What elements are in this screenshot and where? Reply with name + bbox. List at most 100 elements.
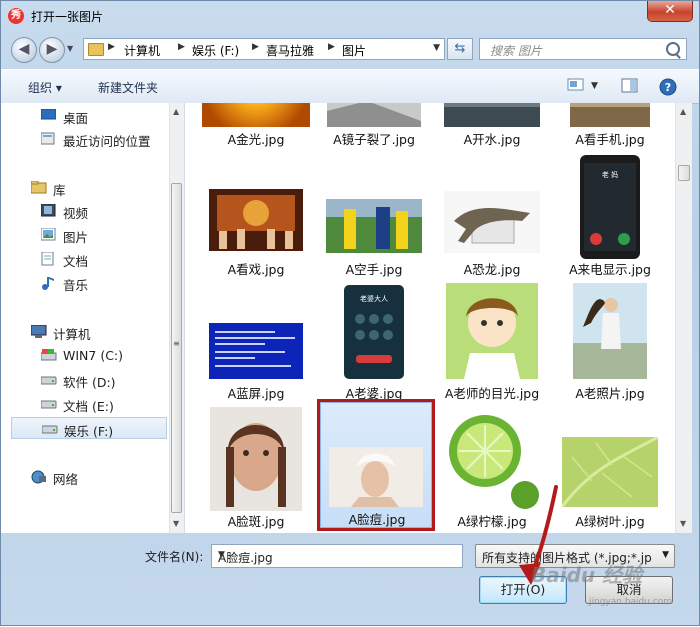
sidebar-item-label: 计算机 <box>53 327 91 342</box>
sidebar-item-label: WIN7 (C:) <box>63 348 124 363</box>
sidebar-item-computer[interactable]: 计算机 <box>1 321 169 343</box>
file-thumbnail <box>210 407 302 511</box>
history-dropdown-icon[interactable]: ▼ <box>67 44 73 53</box>
file-tile[interactable]: A老照片.jpg <box>551 283 669 403</box>
desktop-icon <box>40 108 57 121</box>
breadcrumb-computer[interactable]: 计算机 <box>124 42 160 59</box>
sidebar-item-label: 软件 (D:) <box>63 375 116 390</box>
sidebar-item-drive-f[interactable]: 娱乐 (F:) <box>11 417 167 439</box>
music-library-icon <box>41 276 56 290</box>
breadcrumb-separator-icon[interactable]: ▶ <box>178 42 185 52</box>
file-tile[interactable]: A看手机.jpg <box>551 103 669 147</box>
file-type-dropdown-icon[interactable]: ▼ <box>662 550 669 560</box>
caller-name: 老婆大人 <box>360 294 388 303</box>
file-tile[interactable]: A看戏.jpg <box>197 177 315 297</box>
file-thumbnail <box>209 189 303 251</box>
sidebar-item-label: 库 <box>53 183 66 198</box>
sidebar-item-drive-e[interactable]: 文档 (E:) <box>1 393 169 415</box>
back-button[interactable]: ◀ <box>11 37 37 63</box>
file-name: A绿柠檬.jpg <box>457 514 527 529</box>
scroll-down-icon[interactable]: ▼ <box>173 519 179 528</box>
scrollbar-thumb[interactable] <box>678 165 690 181</box>
breadcrumb-himalaya[interactable]: 喜马拉雅 <box>266 42 314 59</box>
file-tile[interactable]: 老 妈 A来电显示.jpg <box>551 153 669 277</box>
scrollbar-thumb[interactable] <box>171 183 182 513</box>
folder-icon <box>88 43 104 56</box>
recent-places-icon <box>40 132 56 145</box>
forward-button[interactable]: ▶ <box>39 37 65 63</box>
file-tile[interactable]: A恐龙.jpg <box>433 177 551 297</box>
view-mode-icon[interactable] <box>567 78 585 95</box>
breadcrumb-drive-f[interactable]: 娱乐 (F:) <box>192 42 239 59</box>
file-tile[interactable]: A镜子裂了.jpg <box>315 103 433 147</box>
sidebar-item-library[interactable]: 库 <box>1 177 169 199</box>
documents-library-icon <box>41 251 56 266</box>
filename-input[interactable]: A脸痘.jpg ▼ <box>211 544 463 568</box>
sidebar-item-documents[interactable]: 文档 <box>1 248 169 270</box>
file-thumbnail <box>446 283 538 379</box>
file-name: A开水.jpg <box>463 132 521 147</box>
sidebar-item-music[interactable]: 音乐 <box>1 272 169 294</box>
baidu-watermark: Baidu 经验 <box>531 563 643 587</box>
file-tile[interactable]: A绿树叶.jpg <box>551 401 669 529</box>
sidebar-item-recent-places[interactable]: 最近访问的位置 <box>1 128 169 150</box>
file-tile[interactable]: A老师的目光.jpg <box>433 283 551 403</box>
sidebar-item-label: 娱乐 (F:) <box>64 424 114 439</box>
file-name: A空手.jpg <box>345 262 403 277</box>
file-name: A看戏.jpg <box>227 262 285 277</box>
sidebar-item-drive-c[interactable]: WIN7 (C:) <box>1 345 169 367</box>
address-dropdown-icon[interactable]: ▼ <box>433 43 440 53</box>
scroll-up-icon[interactable]: ▲ <box>173 107 179 116</box>
scroll-up-icon[interactable]: ▲ <box>680 107 686 116</box>
scroll-down-icon[interactable]: ▼ <box>680 519 686 528</box>
file-thumbnail <box>444 103 540 127</box>
sidebar-item-network[interactable]: 网络 <box>1 466 169 488</box>
file-list-scrollbar[interactable]: ▲ ▼ <box>675 103 692 533</box>
file-name: A绿树叶.jpg <box>575 514 645 529</box>
svg-text:?: ? <box>665 81 671 94</box>
sidebar-item-label: 图片 <box>63 230 89 245</box>
file-thumbnail <box>209 323 303 379</box>
dialog-title: 打开一张图片 <box>31 10 104 24</box>
help-icon[interactable]: ? <box>659 78 677 99</box>
drive-icon <box>40 373 57 385</box>
sidebar-item-label: 网络 <box>53 472 79 487</box>
breadcrumb-separator-icon[interactable]: ▶ <box>252 42 259 52</box>
address-bar[interactable]: ▶ 计算机 ▶ 娱乐 (F:) ▶ 喜马拉雅 ▶ 图片 ▼ <box>83 38 445 60</box>
sidebar-item-drive-d[interactable]: 软件 (D:) <box>1 369 169 391</box>
preview-pane-icon[interactable] <box>621 78 639 97</box>
navigation-scrollbar[interactable]: ▲ ≡ ▼ <box>169 103 184 533</box>
file-name: A脸斑.jpg <box>227 514 285 529</box>
video-library-icon <box>40 203 56 217</box>
breadcrumb-pictures[interactable]: 图片 <box>342 42 366 59</box>
file-name: A金光.jpg <box>227 132 285 147</box>
sidebar-item-pictures[interactable]: 图片 <box>1 224 169 246</box>
file-thumbnail <box>445 407 539 511</box>
baidu-watermark-url: jingyan.baidu.com <box>589 597 673 607</box>
file-tile[interactable]: A绿柠檬.jpg <box>433 401 551 529</box>
breadcrumb-separator-icon[interactable]: ▶ <box>108 42 115 52</box>
refresh-button[interactable]: ⇆ <box>447 38 473 60</box>
filename-label: 文件名(N): <box>145 550 204 564</box>
search-icon[interactable] <box>666 42 680 56</box>
new-folder-button[interactable]: 新建文件夹 <box>98 79 158 96</box>
file-tile[interactable]: A脸斑.jpg <box>197 401 315 529</box>
close-button[interactable]: ✕ <box>647 1 693 22</box>
file-tile[interactable]: A金光.jpg <box>197 103 315 147</box>
search-input[interactable]: 搜索 图片 <box>479 38 687 60</box>
organize-menu[interactable]: 组织 ▾ <box>28 79 62 96</box>
file-tile[interactable]: A开水.jpg <box>433 103 551 147</box>
sidebar-item-videos[interactable]: 视频 <box>1 200 169 222</box>
sidebar-item-label: 桌面 <box>63 111 89 126</box>
library-icon <box>30 180 47 194</box>
sidebar-item-label: 文档 (E:) <box>63 399 114 414</box>
file-tile[interactable]: A空手.jpg <box>315 177 433 297</box>
file-thumbnail <box>573 283 647 379</box>
sidebar-item-label: 音乐 <box>63 278 89 293</box>
view-dropdown-icon[interactable]: ▼ <box>591 81 598 91</box>
breadcrumb-separator-icon[interactable]: ▶ <box>328 42 335 52</box>
file-tile[interactable]: 老婆大人 A老婆.jpg <box>315 283 433 403</box>
file-thumbnail <box>327 103 421 127</box>
sidebar-item-desktop[interactable]: 桌面 <box>1 105 169 127</box>
filename-dropdown-icon[interactable]: ▼ <box>218 550 457 560</box>
